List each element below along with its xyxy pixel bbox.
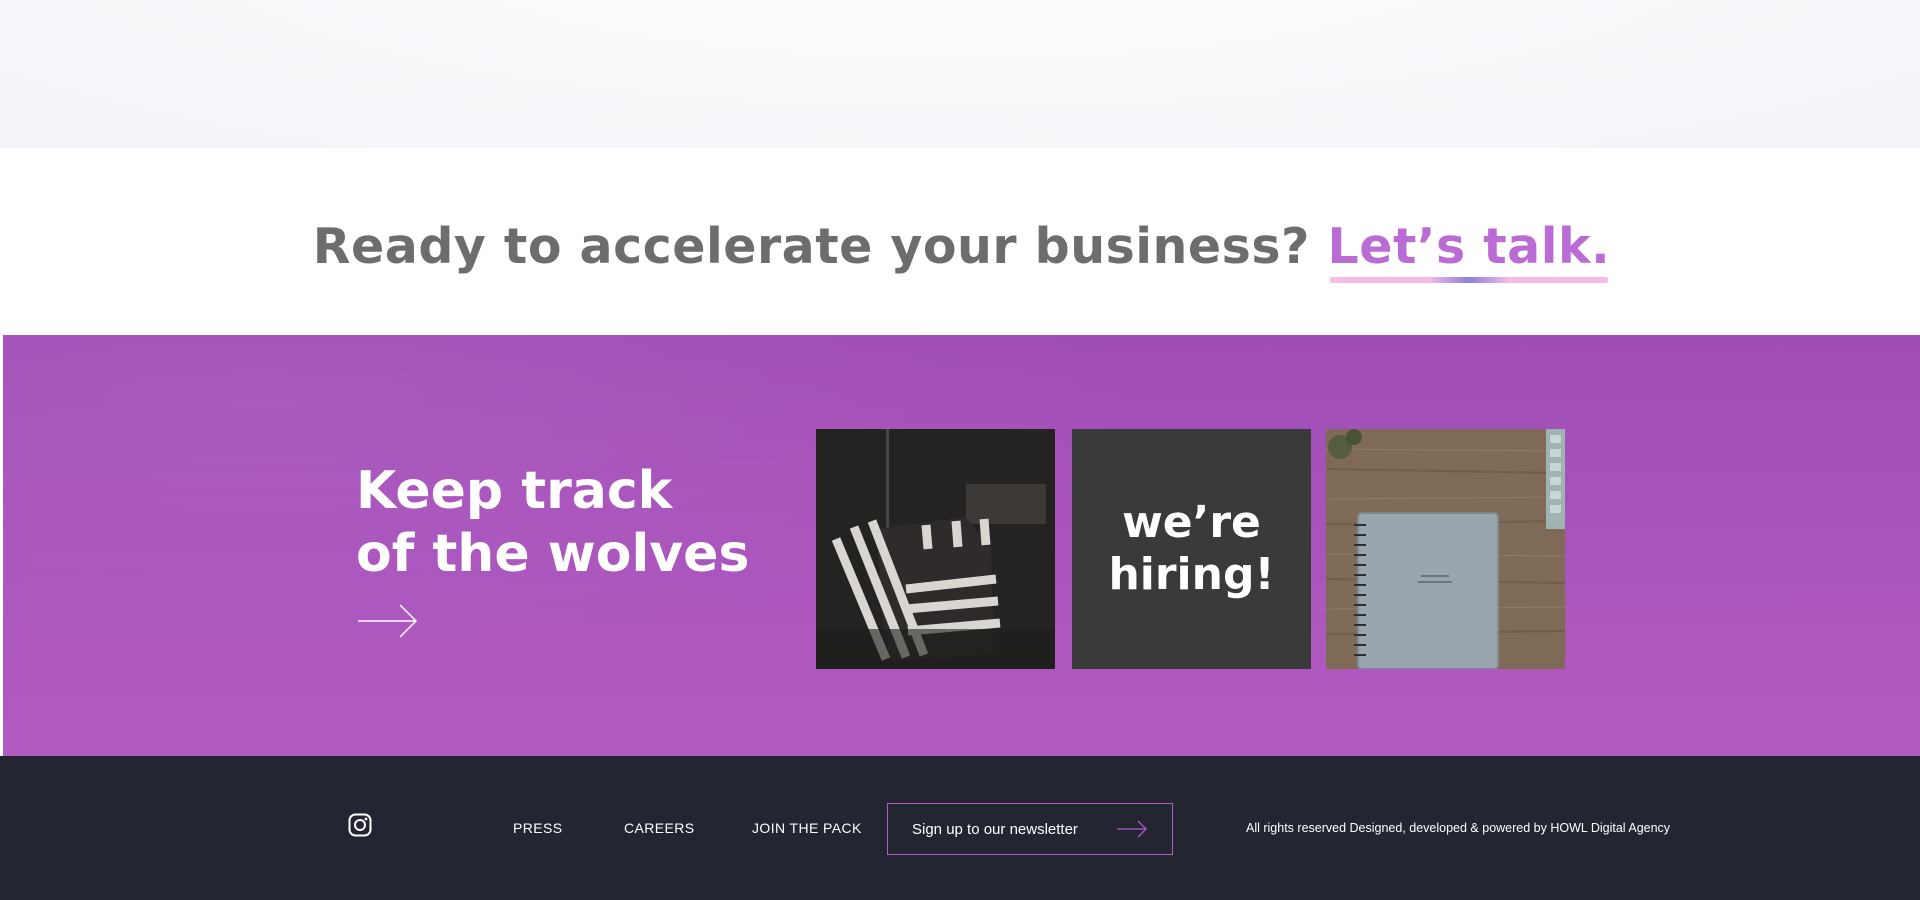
wolves-title-line-1: Keep track [356, 461, 673, 521]
arrow-right-icon [1117, 820, 1147, 838]
hiring-tile[interactable]: we’re hiring! [1072, 429, 1311, 669]
wolves-title: Keep track of the wolves [356, 460, 749, 586]
cta-section: Ready to accelerate your business? Let’s… [3, 148, 1920, 335]
instagram-link[interactable] [348, 813, 372, 837]
footer-link-join-the-pack[interactable]: JOIN THE PACK [752, 820, 862, 836]
planner-photo-tile[interactable] [1326, 429, 1565, 669]
site-footer: PRESS CAREERS JOIN THE PACK Sign up to o… [0, 756, 1920, 900]
footer-link-press[interactable]: PRESS [513, 820, 562, 836]
office-chair-photo [816, 429, 1055, 669]
lets-talk-label: Let’s talk. [1327, 218, 1611, 275]
cta-heading: Ready to accelerate your business? Let’s… [3, 218, 1920, 283]
wolves-section: Keep track of the wolves we’re hiring! [3, 335, 1920, 756]
wolves-arrow-button[interactable] [356, 601, 420, 641]
newsletter-label: Sign up to our newsletter [912, 820, 1078, 838]
top-fade-band [0, 0, 1920, 148]
footer-link-careers[interactable]: CAREERS [624, 820, 694, 836]
office-chair-photo-tile[interactable] [816, 429, 1055, 669]
cta-question: Ready to accelerate your business? [312, 218, 1310, 275]
lets-talk-link[interactable]: Let’s talk. [1327, 218, 1611, 283]
wolves-title-line-2: of the wolves [356, 524, 750, 584]
copyright-text: All rights reserved Designed, developed … [1246, 821, 1671, 835]
hiring-text: we’re hiring! [1108, 497, 1275, 600]
lets-talk-underline [1330, 277, 1609, 283]
instagram-icon [348, 813, 372, 837]
newsletter-signup-button[interactable]: Sign up to our newsletter [887, 803, 1173, 855]
planner-notebook-photo [1326, 429, 1565, 669]
arrow-right-icon [358, 604, 418, 638]
